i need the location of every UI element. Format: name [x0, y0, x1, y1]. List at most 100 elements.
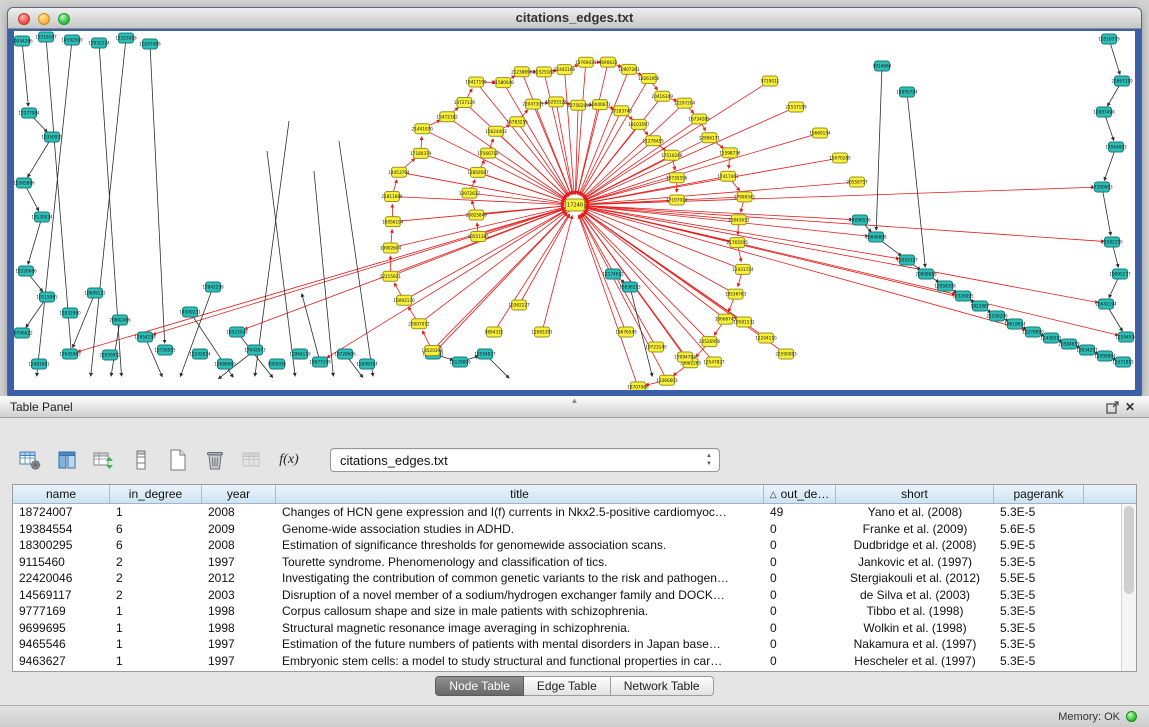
network-node[interactable]: 10040671 — [589, 100, 611, 110]
cell-title[interactable]: Disruption of a novel member of a sodium… — [276, 588, 764, 602]
network-node[interactable]: 18261956 — [638, 73, 660, 83]
network-node[interactable]: 22047301 — [522, 99, 544, 109]
cell-out_degree[interactable]: 0 — [764, 588, 836, 602]
table-row[interactable]: 1938455462009Genome-wide association stu… — [13, 521, 1121, 538]
network-node[interactable]: 18619614 — [1004, 319, 1026, 329]
network-node[interactable]: 22642194 — [1095, 299, 1117, 309]
network-node[interactable]: 15726055 — [154, 345, 176, 355]
network-node[interactable]: 9005056 — [268, 359, 287, 369]
cell-title[interactable]: Genome-wide association studies in ADHD. — [276, 522, 764, 536]
network-node[interactable]: 9894332 — [485, 327, 504, 337]
network-node[interactable]: 19877199 — [309, 357, 331, 367]
network-node[interactable]: 16783255 — [506, 117, 528, 127]
network-node[interactable]: 17180379 — [410, 148, 432, 158]
vertical-scrollbar[interactable] — [1121, 504, 1136, 671]
network-edge[interactable] — [584, 212, 726, 319]
cell-short[interactable]: Stergiakouli et al. (2012) — [836, 571, 994, 585]
network-edge[interactable] — [575, 205, 1025, 330]
network-node[interactable]: 20007072 — [408, 319, 430, 329]
network-node[interactable]: 12481681 — [28, 359, 50, 369]
cell-short[interactable]: de Silva et al. (2003) — [836, 588, 994, 602]
network-node[interactable]: 16350935 — [41, 132, 63, 142]
network-edge[interactable] — [580, 215, 656, 347]
cell-year[interactable]: 2003 — [202, 588, 276, 602]
network-node[interactable]: 21441070 — [412, 124, 434, 134]
cell-year[interactable]: 1998 — [202, 621, 276, 635]
network-node[interactable]: 21582250 — [1101, 237, 1123, 247]
column-header-name[interactable]: name — [13, 485, 110, 503]
cell-name[interactable]: 9465546 — [13, 637, 110, 651]
network-node[interactable]: 12297204 — [674, 98, 696, 108]
network-node[interactable]: 21841632 — [728, 215, 750, 225]
network-node[interactable]: 11278455 — [643, 136, 665, 146]
network-node[interactable]: 18103597 — [628, 119, 650, 129]
network-node[interactable]: 20902466 — [109, 315, 131, 325]
network-edge[interactable] — [582, 124, 639, 196]
cell-short[interactable]: Tibbo et al. (1998) — [836, 604, 994, 618]
network-node[interactable]: 15326666 — [15, 266, 37, 276]
cell-in_degree[interactable]: 1 — [110, 621, 202, 635]
network-node[interactable]: 17300683 — [1091, 182, 1113, 192]
table-row[interactable]: 1872400712008Changes of HCN gene express… — [13, 504, 1121, 521]
network-node[interactable]: 22867319 — [1111, 76, 1133, 86]
cell-pagerank[interactable]: 5.5E-5 — [994, 571, 1084, 585]
tab-node-table[interactable]: Node Table — [435, 676, 524, 696]
cell-short[interactable]: Nakamura et al. (1997) — [836, 637, 994, 651]
table-row[interactable]: 911546021997Tourette syndrome. Phenomeno… — [13, 554, 1121, 571]
network-edge[interactable] — [28, 137, 52, 177]
delete-icon[interactable] — [201, 446, 229, 474]
network-node[interactable]: 17454158 — [134, 332, 156, 342]
network-node[interactable]: 12431724 — [732, 264, 754, 274]
close-panel-icon[interactable]: ✕ — [1121, 399, 1139, 415]
table-row[interactable]: 1456911722003Disruption of a novel membe… — [13, 587, 1121, 604]
cell-name[interactable]: 18300295 — [13, 538, 110, 552]
import-table-icon[interactable] — [238, 446, 266, 474]
cell-title[interactable]: Corpus callosum shape and size in male p… — [276, 604, 764, 618]
cell-title[interactable]: Investigating the contribution of common… — [276, 571, 764, 585]
network-node[interactable]: 20416349 — [652, 91, 674, 101]
tab-edge-table[interactable]: Edge Table — [524, 676, 611, 696]
cell-title[interactable]: Estimation of significance thresholds fo… — [276, 538, 764, 552]
network-node[interactable]: 14592509 — [61, 35, 83, 45]
network-node[interactable]: 17183745 — [611, 106, 633, 116]
column-header-year[interactable]: year — [202, 485, 276, 503]
network-edge[interactable] — [580, 111, 622, 195]
network-edge[interactable] — [478, 172, 565, 201]
network-node[interactable]: 15049314 — [356, 359, 378, 369]
cell-name[interactable]: 18724007 — [13, 505, 110, 519]
network-node[interactable]: 9690633 — [599, 57, 618, 67]
network-canvas[interactable]: 1904426617216167145925091703222412323018… — [14, 31, 1135, 390]
cell-title[interactable]: Estimation of the future numbers of pati… — [276, 637, 764, 651]
network-node[interactable]: 15472182 — [437, 112, 459, 122]
network-node[interactable]: 17417461 — [717, 171, 739, 181]
cell-in_degree[interactable]: 2 — [110, 555, 202, 569]
network-node[interactable]: 21537159 — [785, 102, 807, 112]
network-node[interactable]: 13130034 — [31, 212, 53, 222]
cell-name[interactable]: 9115460 — [13, 555, 110, 569]
network-node[interactable]: 14520398 — [422, 345, 444, 355]
network-node[interactable]: 17240 — [566, 199, 585, 211]
network-node[interactable]: 15936113 — [619, 282, 641, 292]
network-node[interactable]: 10907283 — [618, 64, 640, 74]
network-node[interactable]: 10115065 — [36, 292, 58, 302]
network-node[interactable]: 13972617 — [459, 188, 481, 198]
network-node[interactable]: 10207489 — [139, 39, 161, 49]
table-row[interactable]: 1830029562008Estimation of significance … — [13, 537, 1121, 554]
column-header-pagerank[interactable]: pagerank — [994, 485, 1084, 503]
network-node[interactable]: 19417199 — [465, 77, 487, 87]
network-node[interactable]: 17277984 — [18, 108, 40, 118]
network-edge[interactable] — [575, 205, 868, 236]
network-node[interactable]: 10689122 — [84, 288, 106, 298]
network-node[interactable]: 17216167 — [35, 32, 57, 42]
network-edge[interactable] — [575, 205, 1118, 335]
network-edge[interactable] — [419, 212, 566, 324]
network-node[interactable]: 12554877 — [474, 349, 496, 359]
table-row[interactable]: 2242004622012Investigating the contribut… — [13, 570, 1121, 587]
split-divider-handle[interactable]: ▲ — [571, 397, 579, 404]
network-edge[interactable] — [907, 92, 925, 267]
network-node[interactable]: 11204110 — [755, 333, 777, 343]
network-node[interactable]: 20808818 — [915, 269, 937, 279]
cell-out_degree[interactable]: 0 — [764, 604, 836, 618]
network-node[interactable]: 13727129 — [454, 97, 476, 107]
network-node[interactable]: 17842258 — [202, 282, 224, 292]
